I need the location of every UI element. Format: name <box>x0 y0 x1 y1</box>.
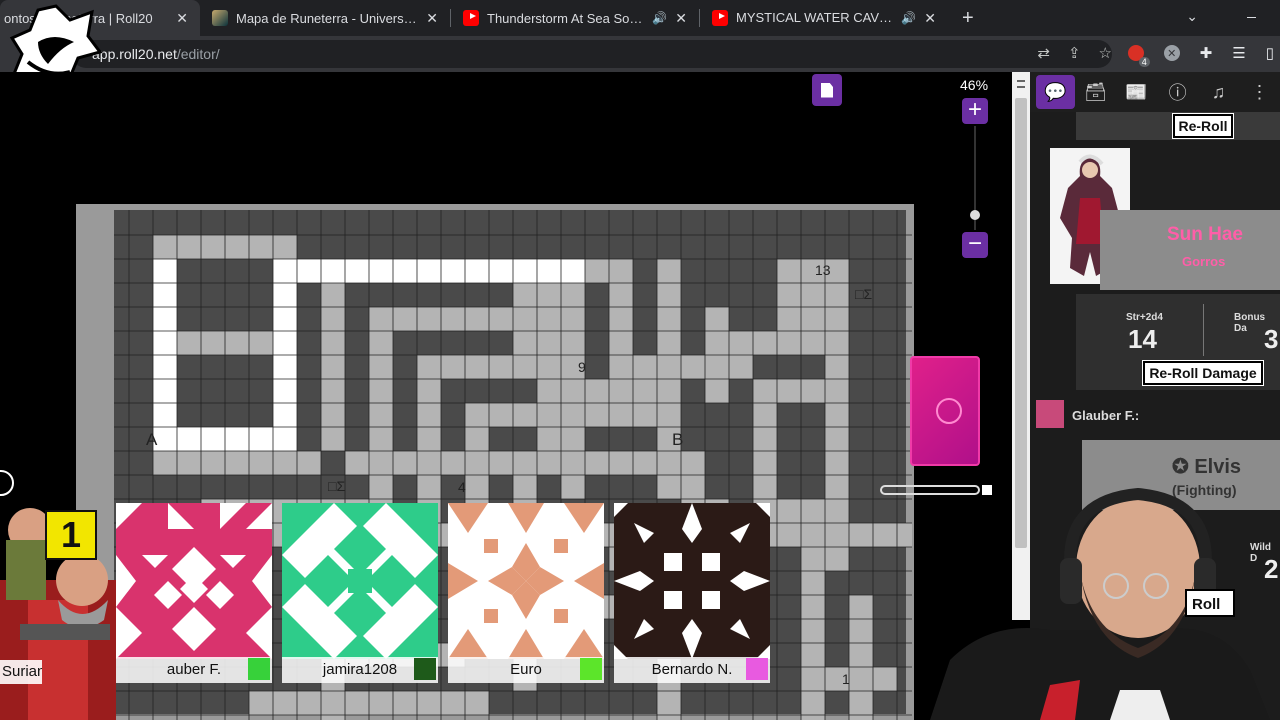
reroll-button-partial[interactable]: Roll <box>1192 596 1220 613</box>
player-card[interactable]: Bernardo N. <box>614 503 770 683</box>
chat-avatar <box>1036 400 1064 428</box>
url-path: /editor/ <box>176 46 220 62</box>
zoom-out-button[interactable]: − <box>962 232 988 258</box>
jukebox-icon[interactable]: ♫ <box>1198 72 1239 112</box>
room-number-9: 9 <box>578 359 586 375</box>
media-list-icon[interactable]: ☰ <box>1232 44 1245 62</box>
extensions-area: ✕ ✚ ☰ ▯ <box>1127 44 1274 67</box>
info-icon[interactable]: ⓘ <box>1157 72 1198 112</box>
notes-button[interactable] <box>812 74 842 106</box>
star-icon[interactable]: ☆ <box>1099 44 1112 62</box>
journal-icon[interactable]: 📰 <box>1116 72 1157 112</box>
browser-tab-bar: ontos - Runeterra | Roll20 ✕ Mapa de Run… <box>0 0 1280 36</box>
player-color-swatch <box>580 658 602 680</box>
close-icon[interactable]: ✕ <box>675 10 687 27</box>
player-avatar-pattern <box>448 503 604 659</box>
youtube-favicon-icon <box>463 10 479 26</box>
room-number-1: 1 <box>842 671 850 687</box>
chat-speaker: Glauber F.: <box>1072 408 1140 423</box>
zoom-level: 46% <box>960 77 989 93</box>
sidepanel-icon[interactable]: ▯ <box>1266 44 1274 62</box>
player-avatar-pattern <box>116 503 272 659</box>
player-avatar-pattern <box>614 503 770 659</box>
close-circle-extension-icon[interactable]: ✕ <box>1163 45 1180 61</box>
corridor <box>153 451 321 475</box>
turn-order-badge: 1 <box>45 510 97 560</box>
minimize-icon[interactable]: ⎯ <box>1247 6 1256 27</box>
player-list: auber F. jamira1208 Euro Bernardo N. <box>116 503 770 683</box>
corridor <box>849 595 873 720</box>
close-icon[interactable]: ✕ <box>426 10 438 27</box>
corridor <box>513 283 585 355</box>
reroll-damage-button[interactable]: Re-Roll Damage <box>1142 360 1264 386</box>
url-host: app.roll20.net <box>92 46 177 62</box>
tab-title: Mapa de Runeterra - Universo - l <box>236 10 419 26</box>
omnibox-actions: ⇄ ⇪ ☆ <box>1037 44 1112 62</box>
player-card[interactable]: Euro <box>448 503 604 683</box>
close-icon[interactable]: ✕ <box>924 10 936 27</box>
character-name: Sun Hae <box>1166 224 1244 245</box>
translate-icon[interactable]: ⇄ <box>1037 44 1050 62</box>
tab-mystical-water[interactable]: MYSTICAL WATER CAVES ✧ 🔊 ✕ <box>700 0 948 36</box>
scroll-up-icon[interactable] <box>1017 80 1025 88</box>
tab-search-icon[interactable]: ⌄ <box>1186 8 1198 25</box>
roll-value: 14 <box>1128 324 1157 354</box>
tab-title: Thunderstorm At Sea Sound <box>487 10 645 26</box>
player-color-swatch <box>248 658 270 680</box>
corridor <box>801 547 825 720</box>
tab-mapa-runeterra[interactable]: Mapa de Runeterra - Universo - l ✕ <box>200 0 450 36</box>
room-number-4: 4 <box>458 479 466 495</box>
door-label-b: B <box>672 430 684 449</box>
more-icon[interactable]: ⋮ <box>1239 72 1280 112</box>
screen: ontos - Runeterra | Roll20 ✕ Mapa de Run… <box>0 0 1280 720</box>
webcam-overlay: Roll <box>930 487 1270 720</box>
corridor <box>633 355 753 379</box>
document-icon <box>821 82 833 98</box>
player-name-surian: Surian <box>0 660 42 684</box>
divider <box>1203 304 1204 356</box>
character-name: ✪ Elvis <box>1172 456 1242 478</box>
tab-title: MYSTICAL WATER CAVES ✧ <box>736 10 894 25</box>
trap-marker: □Σ <box>855 286 873 302</box>
card-header-torn <box>1100 210 1280 290</box>
character-subtitle: Gorros <box>1182 254 1226 269</box>
youtube-favicon-icon <box>712 10 728 26</box>
chat-icon[interactable]: 💬 <box>1036 75 1076 109</box>
compendium-icon[interactable]: 🗃 <box>1075 72 1116 112</box>
league-favicon-icon <box>212 10 228 26</box>
speaker-icon[interactable]: 🔊 <box>901 11 916 25</box>
player-card[interactable]: jamira1208 <box>282 503 438 683</box>
tab-thunderstorm[interactable]: Thunderstorm At Sea Sound 🔊 ✕ <box>451 0 699 36</box>
sidebar-tabs: 💬 🗃 📰 ⓘ ♫ ⋮ <box>1030 72 1280 112</box>
zoom-in-button[interactable]: + <box>962 98 988 124</box>
zoom-slider-handle[interactable] <box>970 210 980 220</box>
roll-value: 3 <box>1264 324 1279 354</box>
share-icon[interactable]: ⇪ <box>1068 44 1081 62</box>
player-avatar-pattern <box>282 503 438 659</box>
address-bar[interactable]: app.roll20.net/editor/ <box>72 40 1112 68</box>
player-color-swatch <box>414 658 436 680</box>
roll-label: Str+2d4 <box>1126 312 1163 323</box>
corridor <box>609 259 633 379</box>
reroll-button[interactable]: Re-Roll <box>1172 113 1234 139</box>
close-icon[interactable]: ✕ <box>176 10 188 27</box>
card-deck[interactable] <box>910 356 980 466</box>
browser-toolbar: app.roll20.net/editor/ ⇄ ⇪ ☆ ✕ ✚ ☰ ▯ <box>0 36 1280 72</box>
room-number-13: 13 <box>815 262 831 278</box>
corridor <box>777 259 849 331</box>
speaker-icon[interactable]: 🔊 <box>652 11 667 25</box>
puzzle-icon[interactable]: ✚ <box>1200 44 1213 62</box>
shield-extension-icon[interactable] <box>1127 45 1150 67</box>
new-tab-button[interactable]: + <box>962 7 974 30</box>
player-card[interactable]: auber F. <box>116 503 272 683</box>
trap-marker: □Σ <box>328 478 346 494</box>
player-color-swatch <box>746 658 768 680</box>
door-label-a: A <box>146 430 158 449</box>
